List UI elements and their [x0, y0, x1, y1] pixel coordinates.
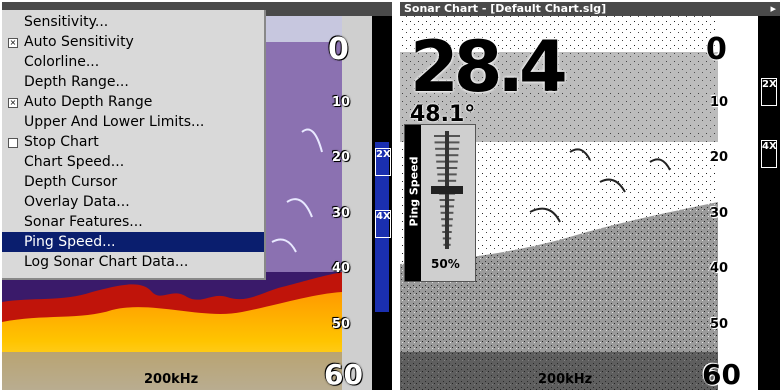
zoom-4x-button[interactable]: 4X — [375, 210, 391, 238]
zoom-4x-button[interactable]: 4X — [761, 140, 777, 168]
depth-scale-mark: 50 — [710, 317, 729, 332]
ping-speed-slider[interactable] — [427, 131, 467, 249]
menu-item[interactable]: Ping Speed... — [2, 232, 264, 252]
menu-item[interactable]: Depth Cursor — [2, 172, 264, 192]
depth-scale-mark: 10 — [332, 95, 351, 110]
menu-item-label: Upper And Lower Limits... — [24, 114, 205, 130]
menu-item-label: Ping Speed... — [24, 234, 116, 250]
right-sonar-screen: Sonar Chart - [Default Chart.slg] ▸ 28.4… — [400, 2, 780, 390]
menu-item-label: Depth Cursor — [24, 174, 118, 190]
depth-scale-mark: 30 — [710, 206, 729, 221]
ping-speed-side-label: Ping Speed — [405, 125, 421, 281]
ping-speed-value: 50% — [431, 257, 460, 271]
menu-item[interactable]: Log Sonar Chart Data... — [2, 252, 264, 272]
depth-scale-mark: 20 — [332, 150, 351, 165]
menu-item-label: Auto Sensitivity — [24, 34, 134, 50]
menu-item[interactable]: Stop Chart — [2, 132, 264, 152]
depth-scale-mark: 10 — [710, 95, 729, 110]
menu-item-label: Sensitivity... — [24, 14, 109, 30]
depth-scale-top: 0 — [328, 32, 349, 67]
menu-item-label: Depth Range... — [24, 74, 129, 90]
checkbox-checked-icon[interactable]: × — [8, 98, 18, 108]
menu-item-label: Auto Depth Range — [24, 94, 153, 110]
right-title-bar: Sonar Chart - [Default Chart.slg] ▸ — [400, 2, 780, 16]
sonar-context-menu: Sensitivity... × Auto Sensitivity Colorline… — [2, 10, 266, 280]
depth-scale-mark: 40 — [332, 261, 351, 276]
title-arrow-icon[interactable]: ▸ — [770, 2, 776, 16]
menu-item[interactable]: Colorline... — [2, 52, 264, 72]
menu-item[interactable]: Sensitivity... — [2, 12, 264, 32]
menu-item[interactable]: × Auto Sensitivity — [2, 32, 264, 52]
zoom-2x-button[interactable]: 2X — [761, 78, 777, 106]
zoom-2x-button[interactable]: 2X — [375, 148, 391, 176]
depth-scale-top: 0 — [706, 32, 727, 67]
depth-scale-mark: 40 — [710, 261, 729, 276]
menu-item[interactable]: Sonar Features... — [2, 212, 264, 232]
depth-scale-mark: 50 — [332, 317, 351, 332]
menu-item-label: Overlay Data... — [24, 194, 130, 210]
menu-item[interactable]: Chart Speed... — [2, 152, 264, 172]
ping-speed-slider-thumb — [431, 186, 463, 194]
frequency-label: 200kHz — [538, 372, 593, 387]
checkbox-unchecked-icon[interactable] — [8, 138, 18, 148]
checkbox-checked-icon[interactable]: × — [8, 38, 18, 48]
menu-item[interactable]: Upper And Lower Limits... — [2, 112, 264, 132]
menu-item-label: Colorline... — [24, 54, 100, 70]
depth-scale-bottom: 60 — [324, 358, 363, 390]
depth-scale-mark: 20 — [710, 150, 729, 165]
menu-item-label: Sonar Features... — [24, 214, 143, 230]
menu-item-label: Stop Chart — [24, 134, 99, 150]
depth-scale-mark: 30 — [332, 206, 351, 221]
menu-item[interactable]: × Auto Depth Range — [2, 92, 264, 112]
menu-item[interactable]: Depth Range... — [2, 72, 264, 92]
ping-speed-panel: Ping Speed 50% — [404, 124, 476, 282]
left-sonar-screen: 0 10 20 30 40 50 60 2X 4X 200kHz Sensiti… — [2, 2, 392, 390]
depth-unit: ft — [545, 80, 556, 94]
digital-depth-readout: 28.4 — [410, 26, 568, 108]
depth-scale-bottom: 60 — [702, 358, 741, 390]
window-title: Sonar Chart - [Default Chart.slg] — [404, 2, 607, 15]
menu-item[interactable]: Overlay Data... — [2, 192, 264, 212]
menu-item-label: Log Sonar Chart Data... — [24, 254, 189, 270]
menu-item-label: Chart Speed... — [24, 154, 125, 170]
frequency-label: 200kHz — [144, 372, 199, 387]
